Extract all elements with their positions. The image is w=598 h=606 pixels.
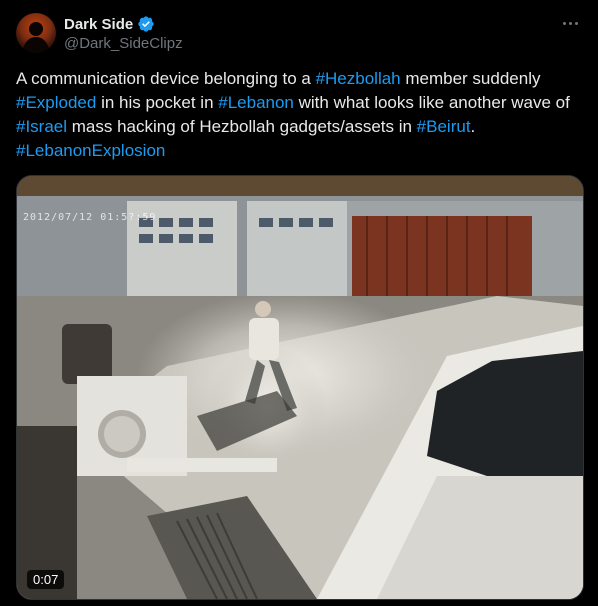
- video-player[interactable]: 2012/07/12 01:5?:59 0:07: [16, 175, 584, 600]
- more-options-button[interactable]: [558, 13, 582, 33]
- hashtag-link[interactable]: #Lebanon: [218, 93, 294, 112]
- tweet-text-segment: with what looks like another wave of: [293, 93, 570, 112]
- tweet-text: A communication device belonging to a #H…: [16, 67, 586, 163]
- hashtag-link[interactable]: #LebanonExplosion: [16, 141, 165, 160]
- tweet-text-segment: A communication device belonging to a: [16, 69, 316, 88]
- tweet-text-segment: in his pocket in: [96, 93, 219, 112]
- hashtag-link[interactable]: #Israel: [16, 117, 67, 136]
- tweet-text-segment: member suddenly: [400, 69, 541, 88]
- verified-badge-icon: [137, 15, 155, 33]
- hashtag-link[interactable]: #Hezbollah: [316, 69, 401, 88]
- more-dot: [568, 21, 572, 25]
- cctv-timestamp: 2012/07/12 01:5?:59: [23, 212, 157, 223]
- video-duration: 0:07: [27, 570, 65, 589]
- avatar[interactable]: [16, 13, 56, 53]
- hashtag-link[interactable]: #Exploded: [16, 93, 96, 112]
- avatar-silhouette: [22, 22, 50, 53]
- tweet-text-segment: mass hacking of Hezbollah gadgets/assets…: [67, 117, 417, 136]
- author-name-row: Dark Side: [64, 14, 155, 34]
- tweet-text-segment: .: [470, 117, 476, 136]
- author-display-name[interactable]: Dark Side: [64, 16, 133, 33]
- video-frame: [17, 176, 583, 599]
- author-handle[interactable]: @Dark_SideClipz: [64, 35, 183, 52]
- hashtag-link[interactable]: #Beirut: [417, 117, 471, 136]
- more-dot: [562, 21, 566, 25]
- more-dot: [574, 21, 578, 25]
